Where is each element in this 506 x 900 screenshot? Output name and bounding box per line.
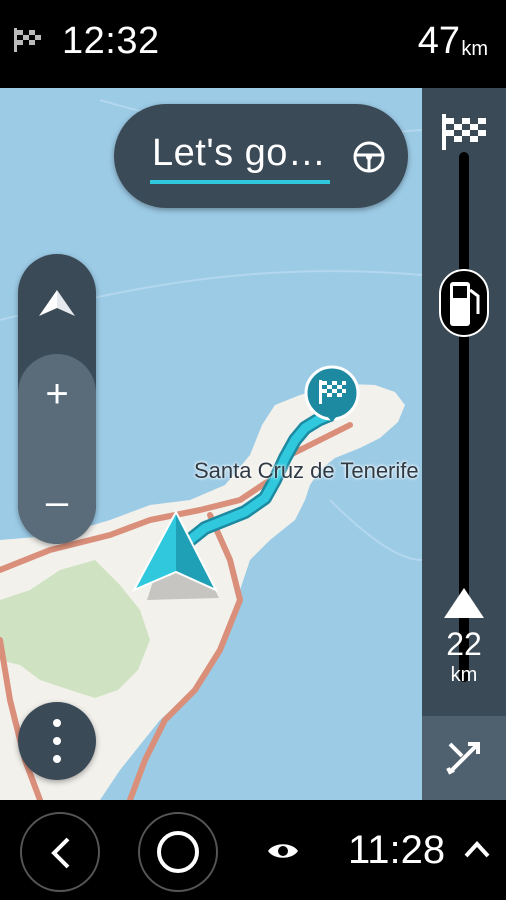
lets-go-button[interactable]: Let's go… [114, 104, 408, 208]
back-chevron-icon [51, 837, 70, 869]
route-bar: 22 km [422, 88, 506, 800]
lets-go-progress [150, 180, 330, 184]
arrival-time: 12:32 [62, 20, 160, 62]
remaining-distance: 47 [417, 20, 460, 62]
eye-icon[interactable] [266, 840, 300, 862]
north-arrow-icon[interactable] [37, 288, 77, 318]
checkered-flag-icon [14, 28, 41, 52]
steering-wheel-icon [353, 141, 385, 173]
cancel-route-icon [446, 742, 480, 775]
cancel-route-button[interactable] [422, 716, 506, 800]
lets-go-label: Let's go… [152, 132, 327, 174]
back-button[interactable] [20, 812, 100, 892]
fuel-station-icon[interactable] [438, 268, 490, 338]
system-clock: 11:28 [348, 828, 446, 872]
next-distance-unit: km [450, 664, 478, 686]
top-status-bar: 12:32 47 km [0, 0, 506, 88]
home-button[interactable] [138, 812, 218, 892]
system-nav-bar: 11:28 [0, 800, 506, 900]
chevron-up-icon[interactable] [464, 840, 490, 858]
zoom-in-button[interactable]: + [18, 374, 96, 414]
main-menu-button[interactable] [18, 702, 96, 780]
remaining-distance-unit: km [461, 38, 488, 60]
city-label: Santa Cruz de Tenerife [194, 458, 419, 483]
next-distance: 22 [446, 626, 482, 662]
more-vertical-icon [53, 719, 61, 763]
zoom-control: + – [18, 254, 96, 544]
checkered-flag-icon [442, 114, 486, 150]
zoom-out-button[interactable]: – [18, 482, 96, 522]
home-circle-icon [157, 831, 199, 873]
chevron-up-icon [444, 588, 484, 618]
